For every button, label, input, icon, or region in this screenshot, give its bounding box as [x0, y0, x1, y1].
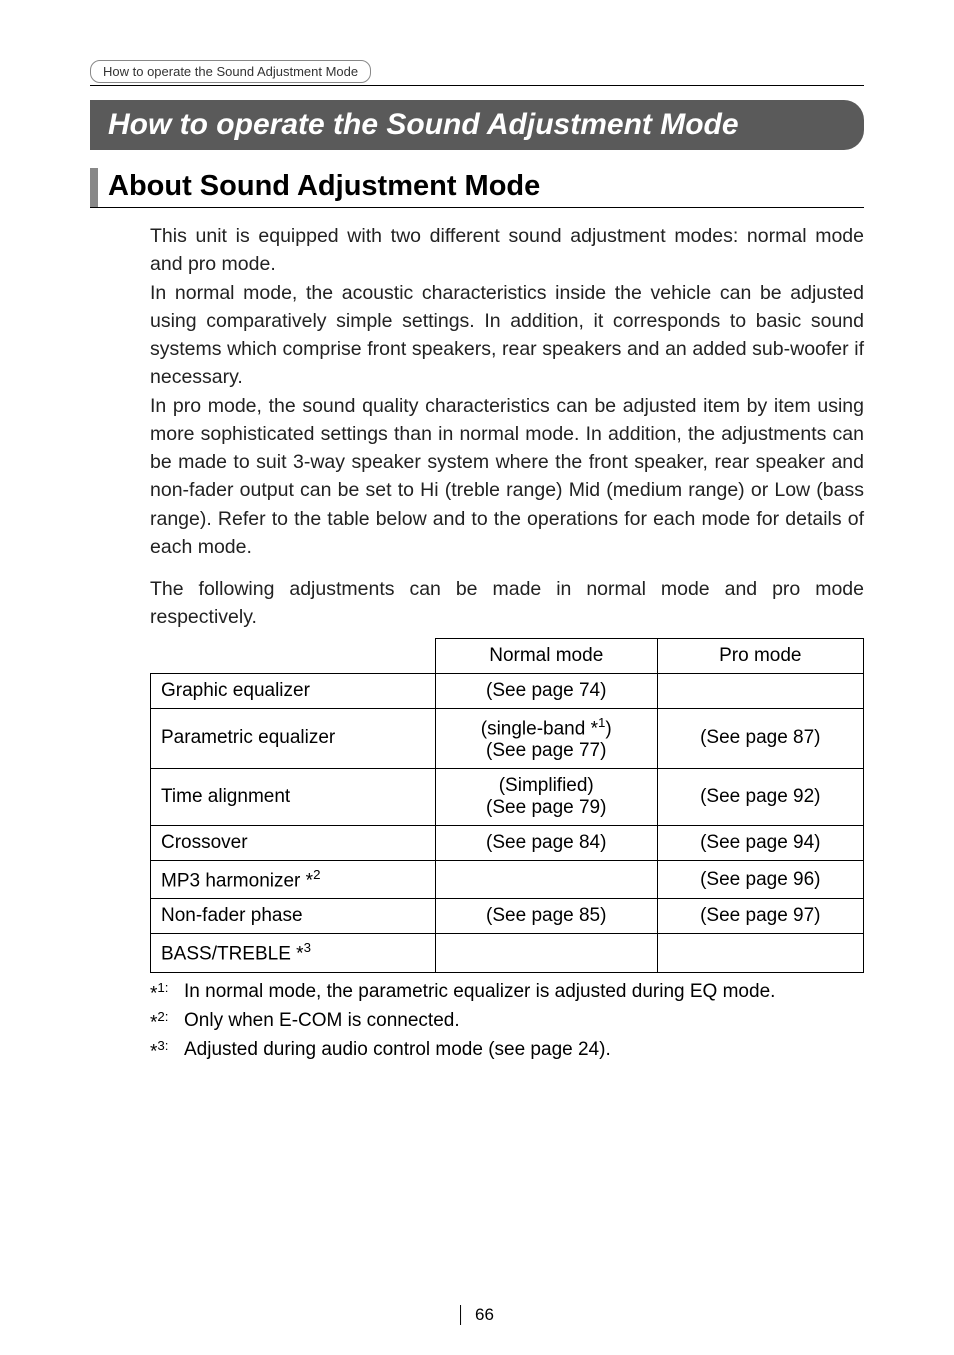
footnote: *3: Adjusted during audio control mode (… — [150, 1037, 864, 1066]
footnote: *1: In normal mode, the parametric equal… — [150, 979, 864, 1008]
row-label: Crossover — [151, 826, 436, 861]
row-label: Time alignment — [151, 769, 436, 826]
table-row: Time alignment (Simplified) (See page 79… — [151, 769, 864, 826]
cell-pro: (See page 94) — [657, 826, 863, 861]
section-heading: About Sound Adjustment Mode — [108, 168, 540, 207]
adjustment-table: Normal mode Pro mode Graphic equalizer (… — [150, 638, 864, 973]
table-header-normal: Normal mode — [435, 638, 657, 673]
cell-pro: (See page 92) — [657, 769, 863, 826]
page-title-banner: How to operate the Sound Adjustment Mode — [90, 100, 864, 150]
row-label: BASS/TREBLE *3 — [151, 934, 436, 972]
cell-normal — [435, 861, 657, 899]
paragraph: In pro mode, the sound quality character… — [150, 392, 864, 562]
cell-normal: (See page 74) — [435, 673, 657, 708]
cell-pro: (See page 96) — [657, 861, 863, 899]
paragraph: This unit is equipped with two different… — [150, 222, 864, 279]
cell-normal: (See page 85) — [435, 899, 657, 934]
footnotes: *1: In normal mode, the parametric equal… — [150, 979, 864, 1066]
table-row: MP3 harmonizer *2 (See page 96) — [151, 861, 864, 899]
cell-normal: (single-band *1) (See page 77) — [435, 708, 657, 768]
table-row: Non-fader phase (See page 85) (See page … — [151, 899, 864, 934]
page-number: 66 — [460, 1305, 494, 1325]
footnote: *2: Only when E-COM is connected. — [150, 1008, 864, 1037]
cell-normal: (See page 84) — [435, 826, 657, 861]
row-label: Non-fader phase — [151, 899, 436, 934]
section-accent-bar — [90, 168, 98, 207]
cell-normal — [435, 934, 657, 972]
paragraph: In normal mode, the acoustic characteris… — [150, 279, 864, 392]
table-header-pro: Pro mode — [657, 638, 863, 673]
table-row: Graphic equalizer (See page 74) — [151, 673, 864, 708]
cell-pro: (See page 97) — [657, 899, 863, 934]
body-text: This unit is equipped with two different… — [150, 222, 864, 632]
table-row: Crossover (See page 84) (See page 94) — [151, 826, 864, 861]
table-header-blank — [151, 638, 436, 673]
cell-pro — [657, 673, 863, 708]
row-label: MP3 harmonizer *2 — [151, 861, 436, 899]
cell-pro: (See page 87) — [657, 708, 863, 768]
row-label: Parametric equalizer — [151, 708, 436, 768]
breadcrumb: How to operate the Sound Adjustment Mode — [90, 60, 371, 83]
paragraph: The following adjustments can be made in… — [150, 575, 864, 632]
table-row: Parametric equalizer (single-band *1) (S… — [151, 708, 864, 768]
table-row: BASS/TREBLE *3 — [151, 934, 864, 972]
cell-normal: (Simplified) (See page 79) — [435, 769, 657, 826]
cell-pro — [657, 934, 863, 972]
row-label: Graphic equalizer — [151, 673, 436, 708]
